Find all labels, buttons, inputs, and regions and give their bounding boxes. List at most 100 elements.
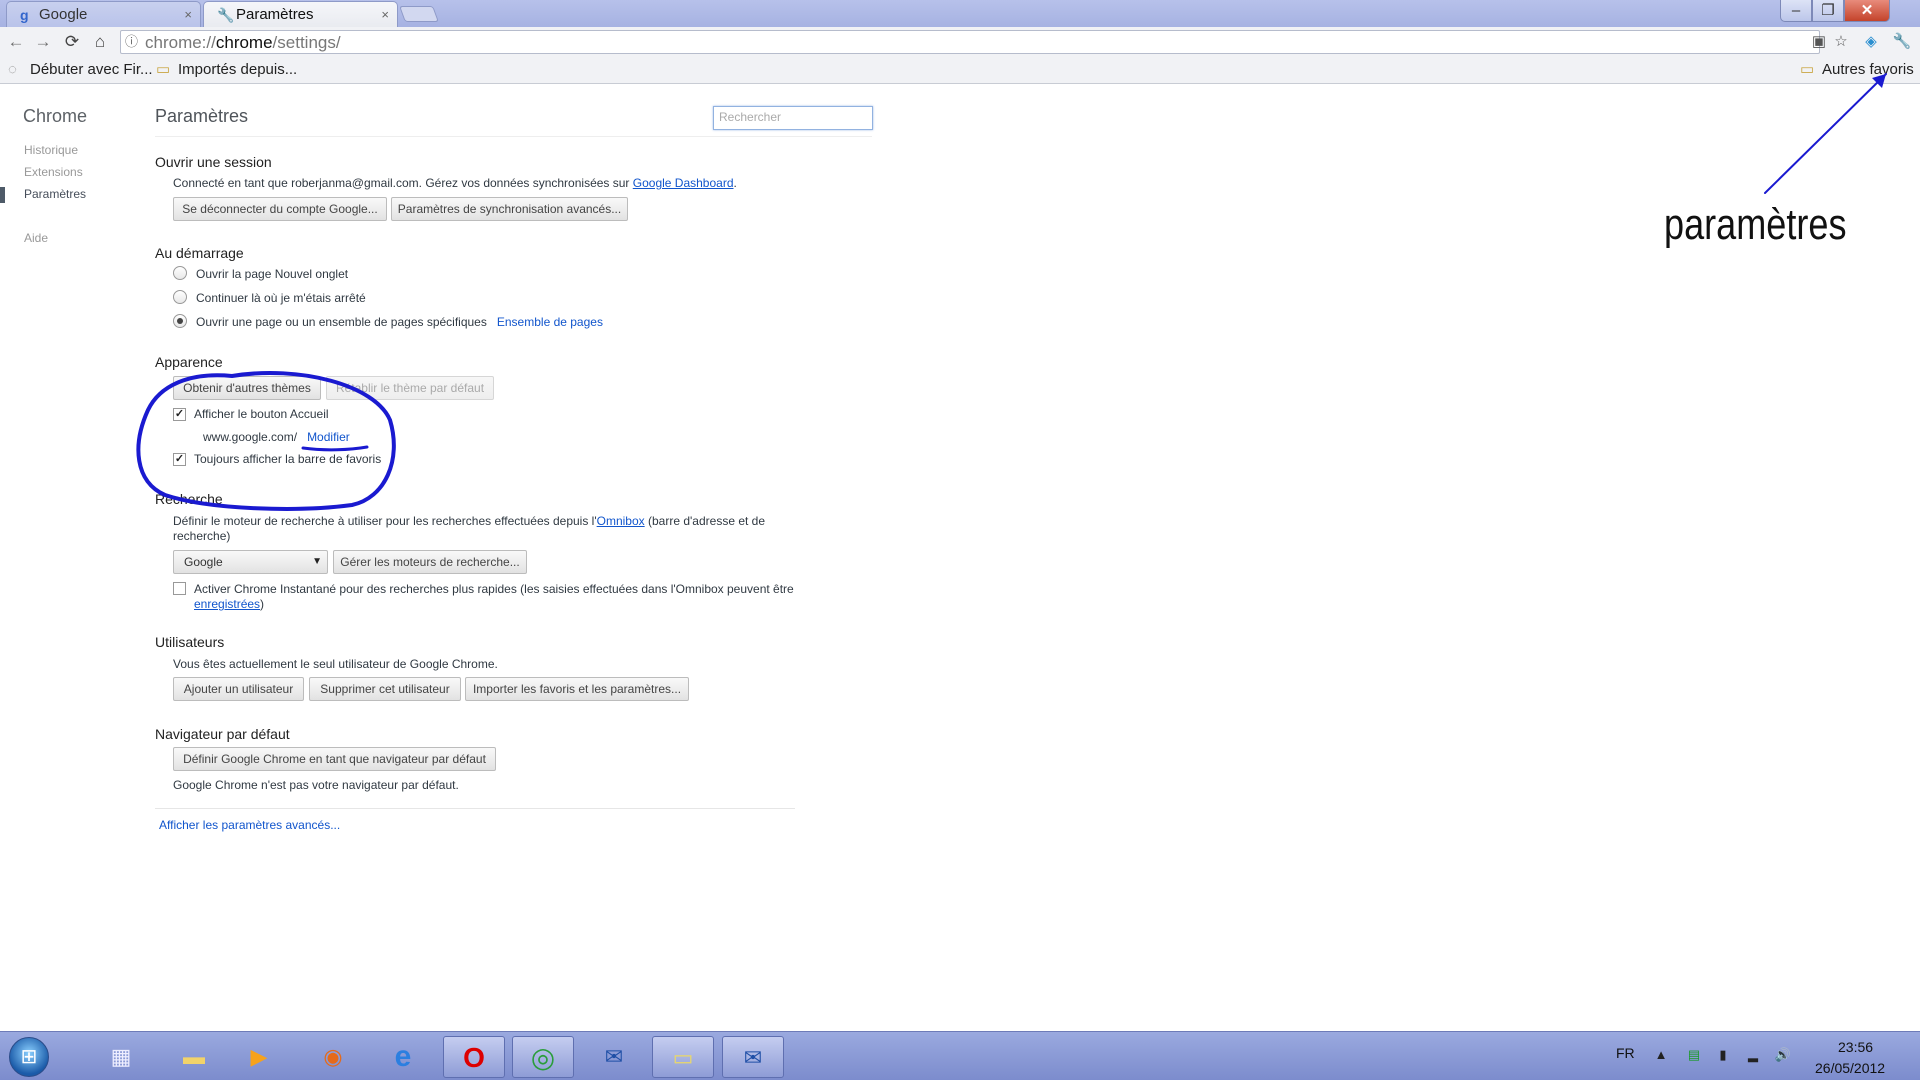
get-themes-button[interactable]: Obtenir d'autres thèmes [173,376,321,400]
maximize-button[interactable]: ❐ [1812,0,1844,22]
show-hidden-icons-chevron-icon[interactable]: ▲ [1652,1046,1670,1064]
section-title-session: Ouvrir une session [155,154,272,170]
modify-home-link[interactable]: Modifier [307,430,350,444]
chrome-icon[interactable]: ◎ [512,1036,574,1078]
home-icon[interactable]: ⌂ [88,30,112,54]
recorded-link[interactable]: enregistrées [194,597,260,611]
volume-icon[interactable]: 🔊 [1774,1046,1792,1064]
other-bookmarks-folder[interactable]: ▭ Autres favoris [1800,60,1914,80]
internet-explorer-icon[interactable]: e [372,1036,434,1078]
language-indicator[interactable]: FR [1616,1045,1635,1061]
folder-icon: ▭ [1800,61,1815,78]
divider [155,808,795,809]
search-engine-select[interactable]: Google ▼ [173,550,328,574]
google-g-icon: g [20,7,29,23]
forward-arrow-icon[interactable]: → [31,30,55,54]
star-icon[interactable]: ☆ [1830,31,1852,53]
users-text: Vous êtes actuellement le seul utilisate… [173,657,498,671]
home-button-checkbox[interactable]: ✓ [173,408,186,421]
delete-user-button[interactable]: Supprimer cet utilisateur [309,677,461,701]
minimize-button[interactable]: – [1780,0,1812,22]
page-set-link[interactable]: Ensemble de pages [497,315,603,329]
radio-continue[interactable] [173,290,187,304]
advanced-settings-link[interactable]: Afficher les paramètres avancés... [159,817,340,833]
sidebar-item-parametres[interactable]: Paramètres [24,187,86,201]
clock-time[interactable]: 23:56 [1838,1039,1873,1055]
session-text: Connecté en tant que roberjanma@gmail.co… [173,176,737,190]
annotation-overlay [136,73,1887,511]
sticky-notes-icon[interactable]: ▭ [652,1036,714,1078]
section-title-users: Utilisateurs [155,634,225,650]
start-button-windows-icon[interactable]: ⊞ [9,1037,49,1077]
radio-label: Continuer là où je m'étais arrêté [196,291,366,305]
bookmarks-bar: ◌ Débuter avec Fir... ▭ Importés depuis...… [0,57,1920,84]
manage-search-engines-button[interactable]: Gérer les moteurs de recherche... [333,550,527,574]
reset-theme-button[interactable]: Rétablir le thème par défaut [326,376,494,400]
reload-icon[interactable]: ⟳ [60,30,84,54]
network-signal-icon[interactable]: ▂ [1744,1046,1762,1064]
divider [155,136,872,137]
section-title-default-browser: Navigateur par défaut [155,726,290,742]
sidebar-item-extensions[interactable]: Extensions [24,165,83,179]
tab-google[interactable]: g Google × [6,1,201,27]
section-title-appearance: Apparence [155,354,223,370]
sync-settings-button[interactable]: Paramètres de synchronisation avancés... [391,197,628,221]
thunderbird-icon[interactable]: ✉ [722,1036,784,1078]
google-dashboard-link[interactable]: Google Dashboard [633,176,734,190]
add-user-button[interactable]: Ajouter un utilisateur [173,677,304,701]
power-icon[interactable]: ▮ [1714,1046,1732,1064]
tab-strip: g Google × 🔧 Paramètres × – ❐ ✕ [0,0,1920,27]
page-icon: ◌ [8,61,17,78]
import-bookmarks-button[interactable]: Importer les favoris et les paramètres..… [465,677,689,701]
omnibox-link[interactable]: Omnibox [597,514,645,528]
wrench-icon: 🔧 [217,7,235,23]
file-explorer-icon[interactable]: ▬ [163,1036,225,1078]
dropdown-arrow-icon: ▼ [312,556,322,567]
annotation-arrow [1764,73,1887,194]
opera-icon[interactable]: O [443,1036,505,1078]
disconnect-google-button[interactable]: Se déconnecter du compte Google... [173,197,387,221]
tray-app-icon[interactable]: ▤ [1685,1046,1703,1064]
radio-specific-pages[interactable] [173,314,187,328]
page-action-icon[interactable]: ▣ [1808,31,1830,53]
sidebar-active-marker [0,187,5,203]
new-tab-button[interactable] [399,6,439,22]
extension-icon[interactable]: ◈ [1860,31,1882,53]
bookmark-item[interactable]: ◌ Débuter avec Fir... [8,60,153,80]
close-icon[interactable]: × [381,2,389,28]
bookmarks-bar-checkbox[interactable]: ✓ [173,453,186,466]
settings-search-input[interactable]: Rechercher [713,106,873,130]
media-player-icon[interactable]: ▶ [228,1036,290,1078]
omnibox-url: chrome://chrome/settings/ [145,33,341,52]
back-arrow-icon[interactable]: ← [4,30,28,54]
folder-icon: ▭ [156,61,171,78]
wrench-menu-icon[interactable]: 🔧 [1891,31,1913,53]
sidebar-item-historique[interactable]: Historique [24,143,78,157]
tab-parametres[interactable]: 🔧 Paramètres × [203,1,398,27]
page-info-icon: ⓘ [125,34,139,49]
home-url: www.google.com/ Modifier [203,430,350,444]
sidebar-item-aide[interactable]: Aide [24,231,48,245]
sidebar-title: Chrome [23,106,88,126]
radio-new-tab[interactable] [173,266,187,280]
tab-label: Paramètres [236,6,314,23]
calculator-icon[interactable]: ▦ [90,1036,152,1078]
tab-label: Google [39,6,88,23]
set-default-browser-button[interactable]: Définir Google Chrome en tant que naviga… [173,747,496,771]
clock-date[interactable]: 26/05/2012 [1815,1060,1885,1076]
close-icon[interactable]: × [184,2,192,28]
section-title-search: Recherche [155,491,223,507]
default-browser-status: Google Chrome n'est pas votre navigateur… [173,778,459,792]
instant-checkbox[interactable] [173,582,186,595]
bookmark-folder[interactable]: ▭ Importés depuis... [156,60,297,80]
checkbox-label: Toujours afficher la barre de favoris [194,452,382,466]
section-title-startup: Au démarrage [155,245,244,261]
instant-label-line2: enregistrées) [194,597,265,611]
omnibox[interactable]: ⓘ chrome://chrome/settings/ [120,30,1820,54]
radio-label: Ouvrir la page Nouvel onglet [196,267,349,281]
radio-label: Ouvrir une page ou un ensemble de pages … [196,315,603,329]
checkbox-label: Afficher le bouton Accueil [194,407,329,421]
close-window-button[interactable]: ✕ [1844,0,1890,22]
thunderbird-icon[interactable]: ✉ [583,1036,645,1078]
firefox-icon[interactable]: ◉ [302,1036,364,1078]
